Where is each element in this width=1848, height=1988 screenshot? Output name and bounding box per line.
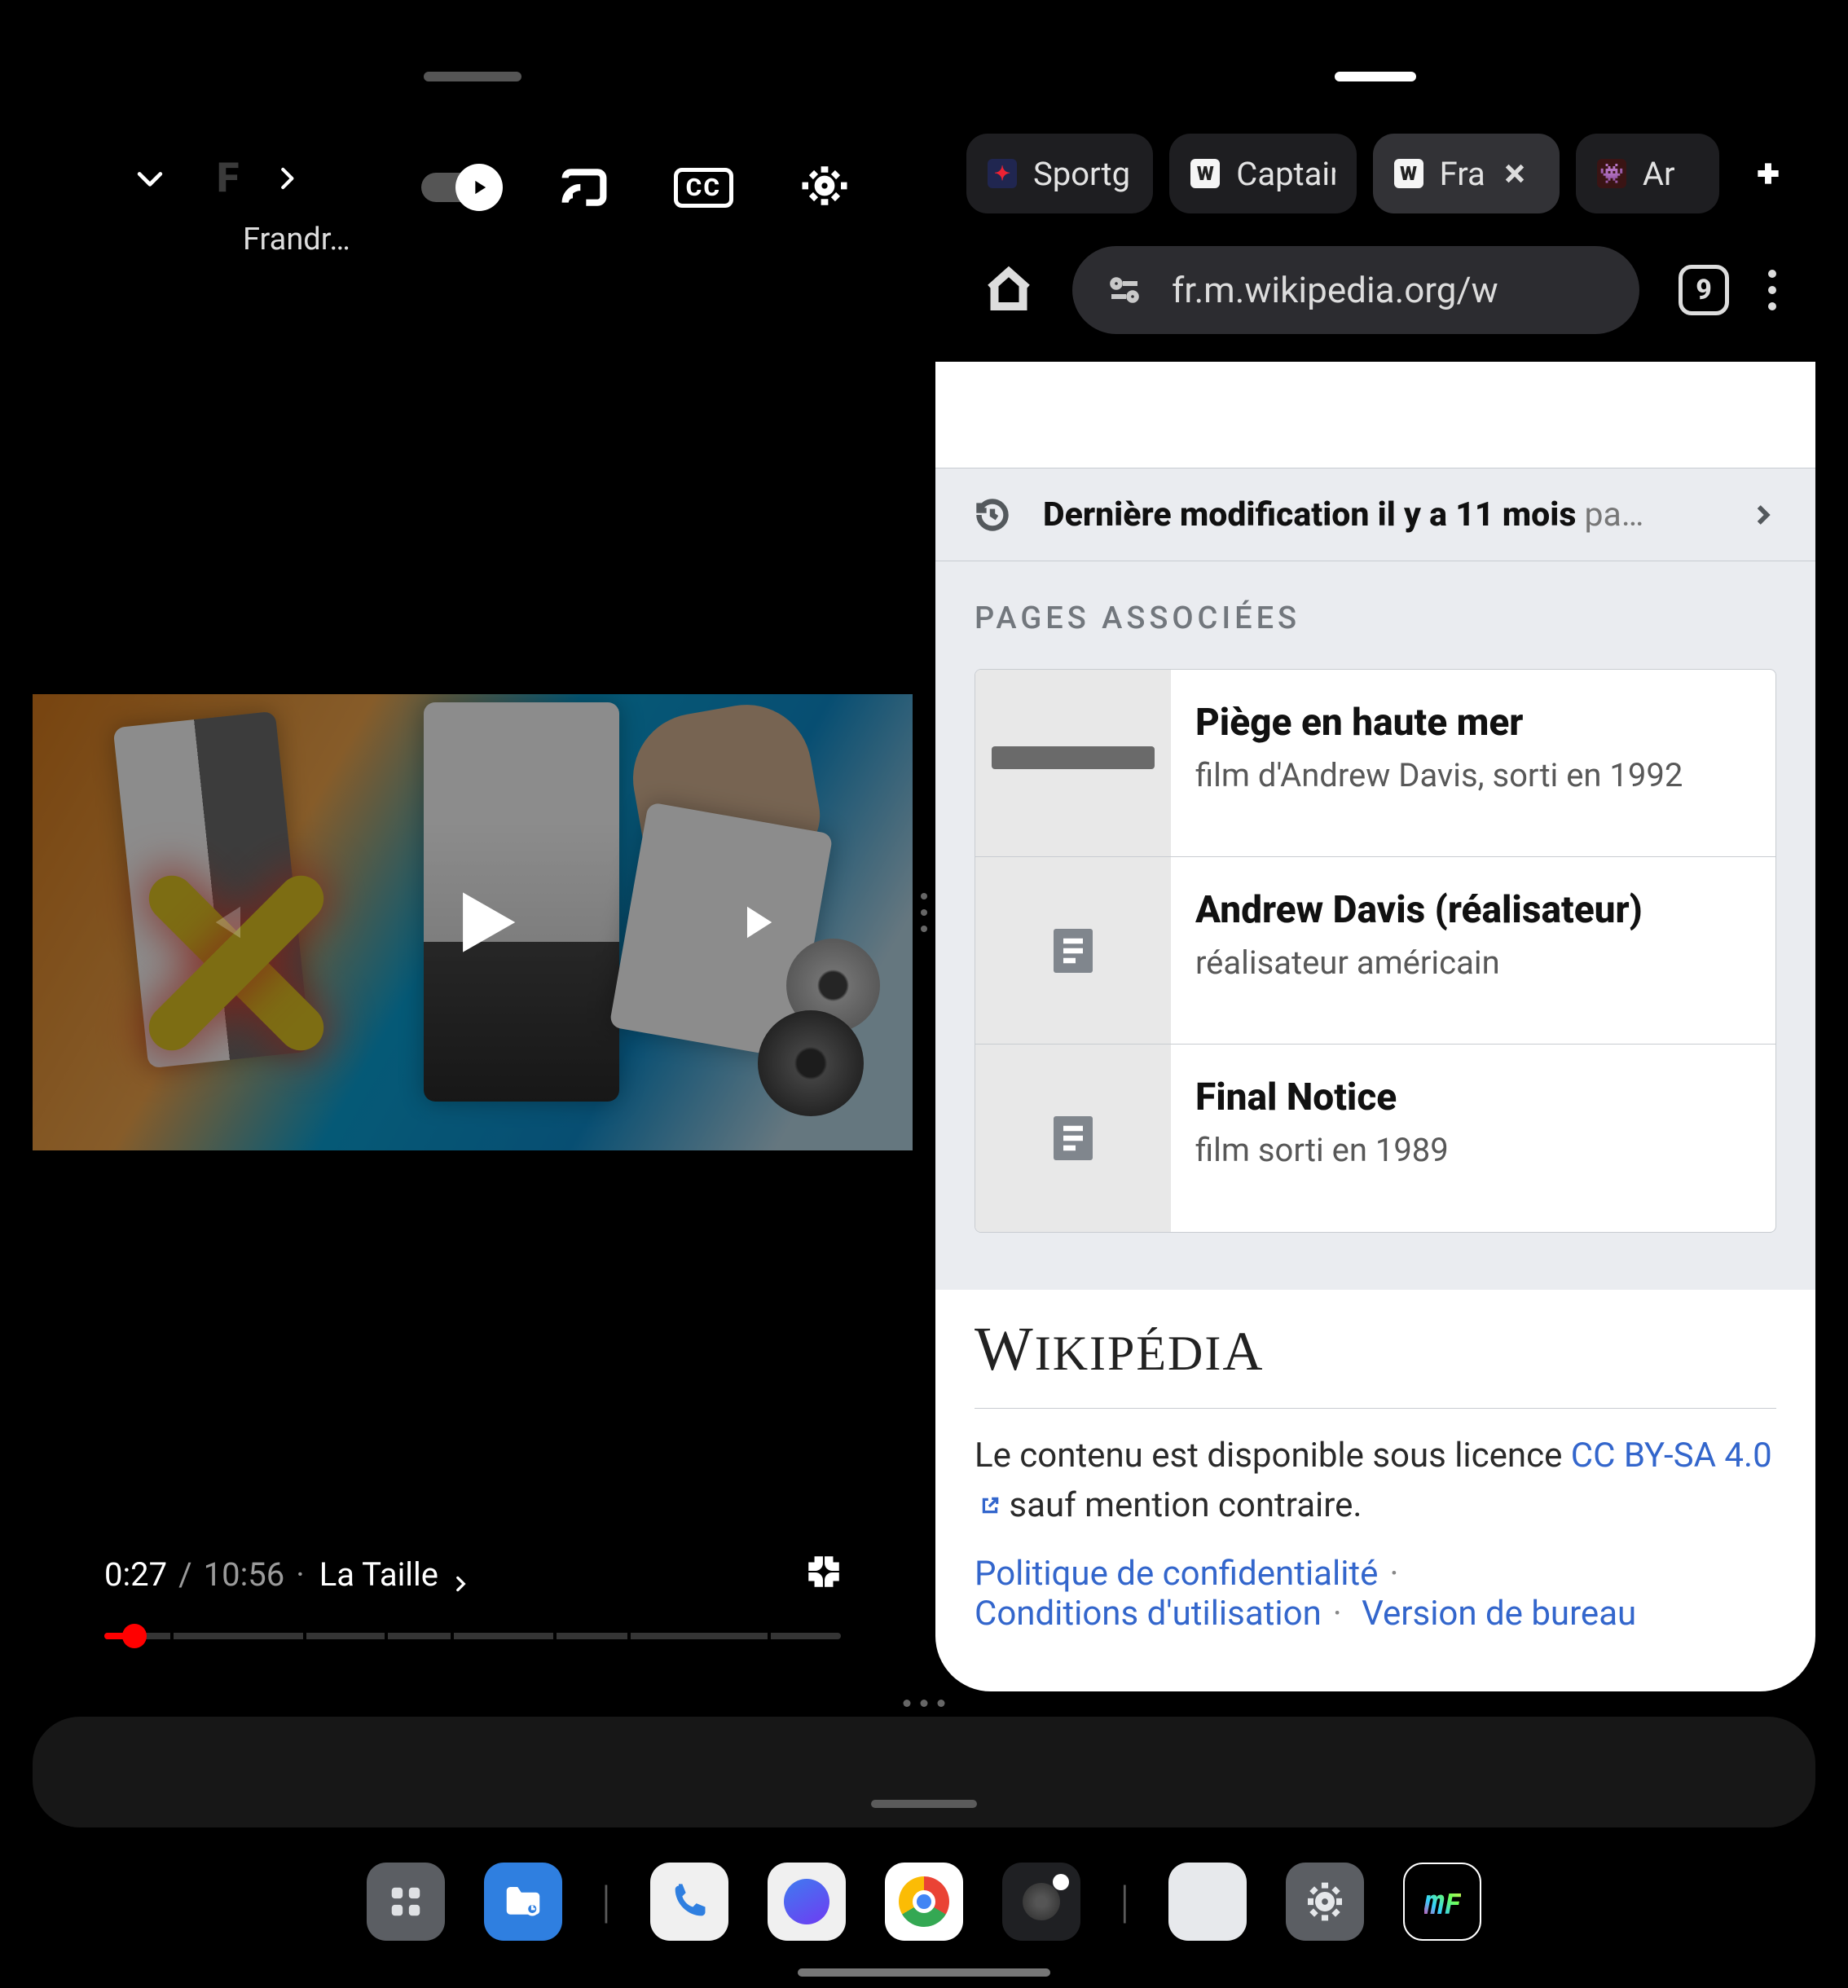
drag-handle[interactable] bbox=[871, 1800, 977, 1808]
tab-label: Fra bbox=[1440, 155, 1485, 193]
related-card[interactable]: Andrew Davis (réalisateur) réalisateur a… bbox=[975, 857, 1775, 1045]
footer-link[interactable]: Version de bureau bbox=[1362, 1594, 1636, 1634]
card-description: film sorti en 1989 bbox=[1195, 1131, 1751, 1169]
tab-count-button[interactable]: 9 bbox=[1679, 265, 1729, 315]
collapse-icon[interactable] bbox=[132, 161, 168, 196]
favicon: W bbox=[1190, 159, 1220, 188]
chevron-right-icon[interactable] bbox=[450, 1564, 471, 1586]
video-thumbnail[interactable] bbox=[33, 694, 913, 1150]
scrubber-knob[interactable] bbox=[122, 1624, 147, 1648]
gear-icon[interactable] bbox=[800, 161, 849, 213]
split-resize-handle[interactable] bbox=[904, 1700, 945, 1707]
cast-icon[interactable] bbox=[561, 165, 607, 210]
last-modified-by: pa… bbox=[1576, 495, 1643, 534]
next-button[interactable] bbox=[738, 895, 792, 949]
messages-app-icon[interactable] bbox=[768, 1863, 846, 1941]
kebab-menu-icon[interactable] bbox=[1768, 270, 1776, 310]
recents-bar[interactable] bbox=[33, 1717, 1815, 1827]
url-text: fr.m.wikipedia.org/w bbox=[1172, 269, 1498, 311]
previous-button[interactable] bbox=[196, 895, 249, 949]
card-title: Final Notice bbox=[1195, 1075, 1751, 1119]
card-title: Piège en haute mer bbox=[1195, 701, 1751, 745]
last-modified-text: Dernière modification il y a 11 mois bbox=[1043, 495, 1576, 534]
chrome-app-icon[interactable] bbox=[885, 1863, 963, 1941]
tab-label: Captain bbox=[1236, 155, 1335, 193]
license-text: Le contenu est disponible sous licence C… bbox=[975, 1432, 1776, 1531]
wikipedia-logo-text: WIKIPÉDIA bbox=[975, 1314, 1776, 1385]
chevron-right-icon[interactable] bbox=[271, 163, 302, 194]
tab-item[interactable]: W Captain bbox=[1169, 134, 1356, 213]
last-modified-row[interactable]: Dernière modification il y a 11 mois pa… bbox=[935, 468, 1815, 561]
card-description: réalisateur américain bbox=[1195, 943, 1751, 982]
tab-item[interactable]: 👾 Ar bbox=[1576, 134, 1719, 213]
left-video-pane: F Frandr… CC bbox=[33, 23, 913, 1691]
taskbar-divider: | bbox=[1120, 1875, 1129, 1929]
tab-strip: ✦ Sportg W Captain W Fra 👾 Ar bbox=[966, 134, 1801, 213]
google-app-icon[interactable] bbox=[1168, 1863, 1247, 1941]
files-app-icon[interactable] bbox=[484, 1863, 562, 1941]
camera-app-icon[interactable] bbox=[1002, 1863, 1080, 1941]
history-icon bbox=[975, 497, 1010, 533]
related-card[interactable]: Piège en haute mer film d'Andrew Davis, … bbox=[975, 670, 1775, 857]
taskbar: | | mF bbox=[0, 1863, 1848, 1941]
external-link-icon bbox=[979, 1481, 1001, 1502]
site-settings-icon[interactable] bbox=[1105, 270, 1144, 310]
url-bar[interactable]: fr.m.wikipedia.org/w bbox=[1072, 246, 1639, 334]
phone-app-icon[interactable] bbox=[650, 1863, 728, 1941]
favicon: W bbox=[1394, 159, 1423, 188]
related-card[interactable]: Final Notice film sorti en 1989 bbox=[975, 1045, 1775, 1232]
split-resize-handle[interactable] bbox=[921, 893, 927, 932]
new-tab-button[interactable] bbox=[1736, 134, 1801, 213]
home-icon[interactable] bbox=[984, 266, 1033, 314]
chapter-label[interactable]: La Taille bbox=[319, 1555, 438, 1594]
settings-app-icon[interactable] bbox=[1286, 1863, 1364, 1941]
channel-name: Frandr… bbox=[243, 222, 350, 257]
related-pages-header: PAGES ASSOCIÉES bbox=[975, 600, 1776, 636]
favicon: ✦ bbox=[988, 159, 1017, 188]
video-time-meta: 0:27 / 10:56 · La Taille bbox=[104, 1555, 471, 1594]
footer-link[interactable]: Politique de confidentialité bbox=[975, 1554, 1378, 1594]
right-browser-pane: ✦ Sportg W Captain W Fra 👾 Ar fr.m.w bbox=[935, 23, 1815, 1691]
tab-item[interactable]: ✦ Sportg bbox=[966, 134, 1153, 213]
close-icon[interactable] bbox=[1502, 161, 1528, 187]
page-content[interactable]: Dernière modification il y a 11 mois pa…… bbox=[935, 362, 1815, 1691]
favicon: 👾 bbox=[1597, 159, 1626, 188]
tab-item-active[interactable]: W Fra bbox=[1373, 134, 1560, 213]
play-button[interactable] bbox=[437, 877, 526, 967]
exit-fullscreen-icon[interactable] bbox=[803, 1551, 844, 1592]
captions-button[interactable]: CC bbox=[674, 168, 733, 208]
card-thumbnail bbox=[975, 857, 1171, 1044]
frandroid-app-icon[interactable]: mF bbox=[1403, 1863, 1481, 1941]
card-thumbnail bbox=[975, 670, 1171, 856]
current-time: 0:27 bbox=[104, 1555, 167, 1594]
tab-label: Sportg bbox=[1033, 155, 1130, 193]
channel-avatar-text: F bbox=[217, 155, 239, 202]
chevron-right-icon bbox=[1749, 501, 1776, 529]
license-link[interactable]: CC BY-SA 4.0 bbox=[1571, 1436, 1772, 1476]
scrubber-track[interactable] bbox=[104, 1633, 841, 1639]
footer-link[interactable]: Conditions d'utilisation bbox=[975, 1594, 1322, 1634]
pane-drag-handle[interactable] bbox=[424, 72, 521, 81]
nav-pill[interactable] bbox=[798, 1968, 1050, 1977]
card-description: film d'Andrew Davis, sorti en 1992 bbox=[1195, 756, 1751, 794]
pane-drag-handle[interactable] bbox=[1335, 72, 1416, 81]
card-thumbnail bbox=[975, 1045, 1171, 1232]
app-drawer-icon[interactable] bbox=[367, 1863, 445, 1941]
autoplay-toggle[interactable] bbox=[421, 173, 495, 202]
tab-label: Ar bbox=[1643, 155, 1675, 193]
taskbar-divider: | bbox=[601, 1875, 611, 1929]
total-duration: 10:56 bbox=[204, 1555, 285, 1594]
card-title: Andrew Davis (réalisateur) bbox=[1195, 888, 1751, 932]
